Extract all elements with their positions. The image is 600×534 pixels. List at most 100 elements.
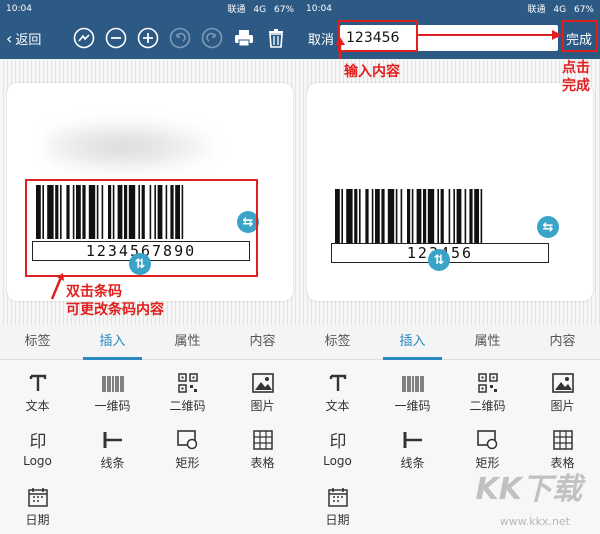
status-network: 4G: [553, 5, 567, 15]
insert-item-qrcode[interactable]: 二维码: [450, 360, 525, 417]
insert-item-label: 日期: [325, 513, 350, 527]
image-icon: [251, 367, 274, 393]
annotation-click-line-2: 完成: [562, 78, 590, 94]
line-icon: [102, 424, 124, 450]
logo-icon: 印: [28, 424, 48, 450]
shuffle-icon[interactable]: [68, 22, 100, 54]
table-icon: [252, 424, 273, 450]
status-icons: 联通 4G 67%: [223, 2, 294, 15]
undo-icon[interactable]: [164, 22, 196, 54]
status-network: 4G: [253, 5, 267, 15]
insert-item-line[interactable]: 线条: [75, 417, 150, 474]
print-icon[interactable]: [228, 22, 260, 54]
annotation-click-done: 点击 完成: [562, 59, 590, 95]
insert-item-qrcode[interactable]: 二维码: [150, 360, 225, 417]
annotation-line-2: 可更改条码内容: [66, 302, 164, 318]
insert-item-text[interactable]: 文本: [300, 360, 375, 417]
tab-content[interactable]: 内容: [525, 326, 600, 359]
rectangle-icon: [476, 424, 499, 450]
annotation-input-content: 输入内容: [344, 64, 400, 80]
barcode-icon: [401, 367, 425, 393]
resize-vertical-handle[interactable]: ⇅: [428, 249, 450, 271]
svg-text:印: 印: [329, 432, 346, 450]
insert-item-label: 文本: [25, 399, 50, 413]
insert-item-date[interactable]: 日期: [300, 474, 375, 531]
tab-properties[interactable]: 属性: [450, 326, 525, 359]
date-icon: [27, 481, 48, 507]
insert-item-label: 一维码: [394, 399, 431, 413]
insert-item-barcode[interactable]: 一维码: [375, 360, 450, 417]
image-icon: [551, 367, 574, 393]
insert-item-label: 二维码: [169, 399, 206, 413]
blurred-text: [47, 119, 217, 174]
insert-item-image[interactable]: 图片: [225, 360, 300, 417]
insert-item-label: 日期: [25, 513, 50, 527]
barcode-highlight-box: [25, 179, 258, 277]
annotation-arrow-to-done: [418, 30, 562, 40]
status-battery: 67%: [273, 5, 294, 15]
bottom-tabs: 标签 插入 属性 内容: [300, 326, 600, 360]
back-label: 返回: [15, 32, 42, 48]
label-preview[interactable]: 123456 ⇆ ⇅: [307, 83, 593, 301]
label-canvas: 123456 ⇆ ⇅ 输入内容 点击 完成: [300, 37, 600, 326]
resize-horizontal-handle[interactable]: ⇆: [537, 216, 559, 238]
qrcode-icon: [477, 367, 498, 393]
insert-item-table[interactable]: 表格: [225, 417, 300, 474]
insert-item-label: 文本: [325, 399, 350, 413]
tab-content[interactable]: 内容: [225, 326, 300, 359]
status-carrier: 联通: [527, 5, 546, 15]
insert-grid: 文本 一维码 二维码 图片印 Logo 线条 矩形 表格日期: [0, 360, 300, 534]
right-screen: 10:04 联通 4G 67% 取消 123456 完成 123456 ⇆ ⇅: [300, 0, 600, 534]
svg-text:印: 印: [29, 432, 46, 450]
bottom-tabs: 标签 插入 属性 内容: [0, 326, 300, 360]
insert-item-label: 图片: [250, 399, 275, 413]
insert-item-label: 二维码: [469, 399, 506, 413]
status-carrier: 联通: [227, 5, 246, 15]
insert-item-text[interactable]: 文本: [0, 360, 75, 417]
rectangle-icon: [176, 424, 199, 450]
tab-insert[interactable]: 插入: [375, 326, 450, 360]
insert-item-image[interactable]: 图片: [525, 360, 600, 417]
date-icon: [327, 481, 348, 507]
watermark-logo: KK下载: [475, 472, 583, 507]
annotation-click-line-1: 点击: [562, 60, 590, 76]
insert-item-logo[interactable]: 印 Logo: [0, 417, 75, 474]
insert-item-logo[interactable]: 印 Logo: [300, 417, 375, 474]
insert-item-label: 一维码: [94, 399, 131, 413]
status-time: 10:04: [6, 3, 32, 14]
insert-item-label: Logo: [323, 454, 352, 468]
editor-toolbar: ‹ 返回: [0, 17, 300, 59]
annotation-line-1: 双击条码: [66, 284, 122, 300]
zoom-in-icon[interactable]: [132, 22, 164, 54]
insert-item-date[interactable]: 日期: [0, 474, 75, 531]
insert-item-label: 线条: [400, 456, 425, 470]
text-icon: [28, 367, 48, 393]
insert-item-line[interactable]: 线条: [375, 417, 450, 474]
zoom-out-icon[interactable]: [100, 22, 132, 54]
logo-icon: 印: [328, 424, 348, 450]
table-icon: [552, 424, 573, 450]
insert-item-label: 线条: [100, 456, 125, 470]
barcode-bars: [331, 189, 549, 243]
status-icons: 联通 4G 67%: [523, 2, 594, 15]
tab-insert[interactable]: 插入: [75, 326, 150, 360]
left-screen: 10:04 联通 4G 67% ‹ 返回 1234567890 ⇆ ⇅ 双击条码…: [0, 0, 300, 534]
tab-label[interactable]: 标签: [300, 326, 375, 359]
trash-icon[interactable]: [260, 22, 292, 54]
qrcode-icon: [177, 367, 198, 393]
status-battery: 67%: [573, 5, 594, 15]
back-button[interactable]: ‹ 返回: [0, 29, 68, 48]
insert-item-rectangle[interactable]: 矩形: [150, 417, 225, 474]
insert-item-barcode[interactable]: 一维码: [75, 360, 150, 417]
status-bar: 10:04 联通 4G 67%: [0, 0, 300, 17]
insert-item-label: 图片: [550, 399, 575, 413]
annotation-arrow: [50, 273, 64, 300]
redo-icon[interactable]: [196, 22, 228, 54]
status-time: 10:04: [306, 3, 332, 14]
tab-label[interactable]: 标签: [0, 326, 75, 359]
insert-item-label: 表格: [250, 456, 275, 470]
barcode-icon: [101, 367, 125, 393]
tab-properties[interactable]: 属性: [150, 326, 225, 359]
insert-item-label: Logo: [23, 454, 52, 468]
watermark-url: www.kkx.net: [499, 515, 570, 528]
